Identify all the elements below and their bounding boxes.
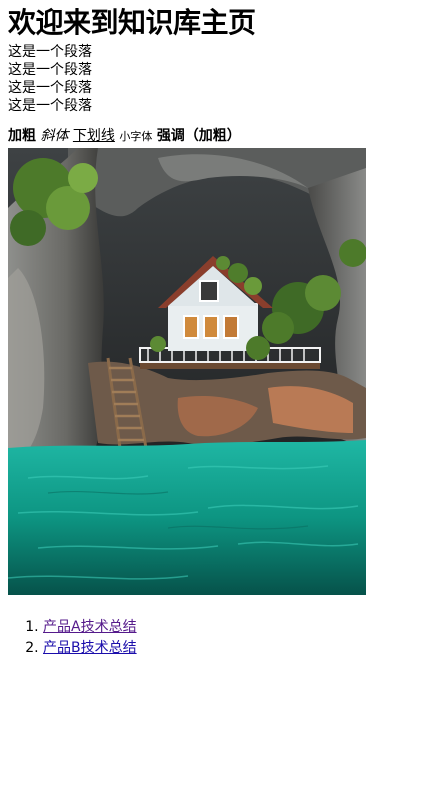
paragraph: 这是一个段落 xyxy=(8,98,92,114)
italic-text: 斜体 xyxy=(40,128,69,144)
summary-link-list: 产品A技术总结 产品B技术总结 xyxy=(8,617,428,659)
cliff-house-photo xyxy=(8,148,366,595)
paragraph: 这是一个段落 xyxy=(8,62,92,78)
paragraph: 这是一个段落 xyxy=(8,44,92,60)
list-item: 产品A技术总结 xyxy=(43,617,428,638)
small-text: 小字体 xyxy=(119,130,153,143)
list-item: 产品B技术总结 xyxy=(43,638,428,659)
bold-text: 加粗 xyxy=(8,128,36,144)
underlined-text: 下划线 xyxy=(72,128,115,144)
link-product-a-summary[interactable]: 产品A技术总结 xyxy=(43,619,137,635)
page-content: 欢迎来到知识库主页 这是一个段落 这是一个段落 这是一个段落 这是一个段落 加粗… xyxy=(0,0,436,659)
paragraph: 这是一个段落 xyxy=(8,80,92,96)
page-title: 欢迎来到知识库主页 xyxy=(8,6,256,39)
strong-text: 强调（加粗） xyxy=(156,128,241,144)
link-product-b-summary[interactable]: 产品B技术总结 xyxy=(43,640,137,656)
formatted-text-line: 加粗 斜体 下划线 小字体 强调（加粗） xyxy=(8,127,428,146)
